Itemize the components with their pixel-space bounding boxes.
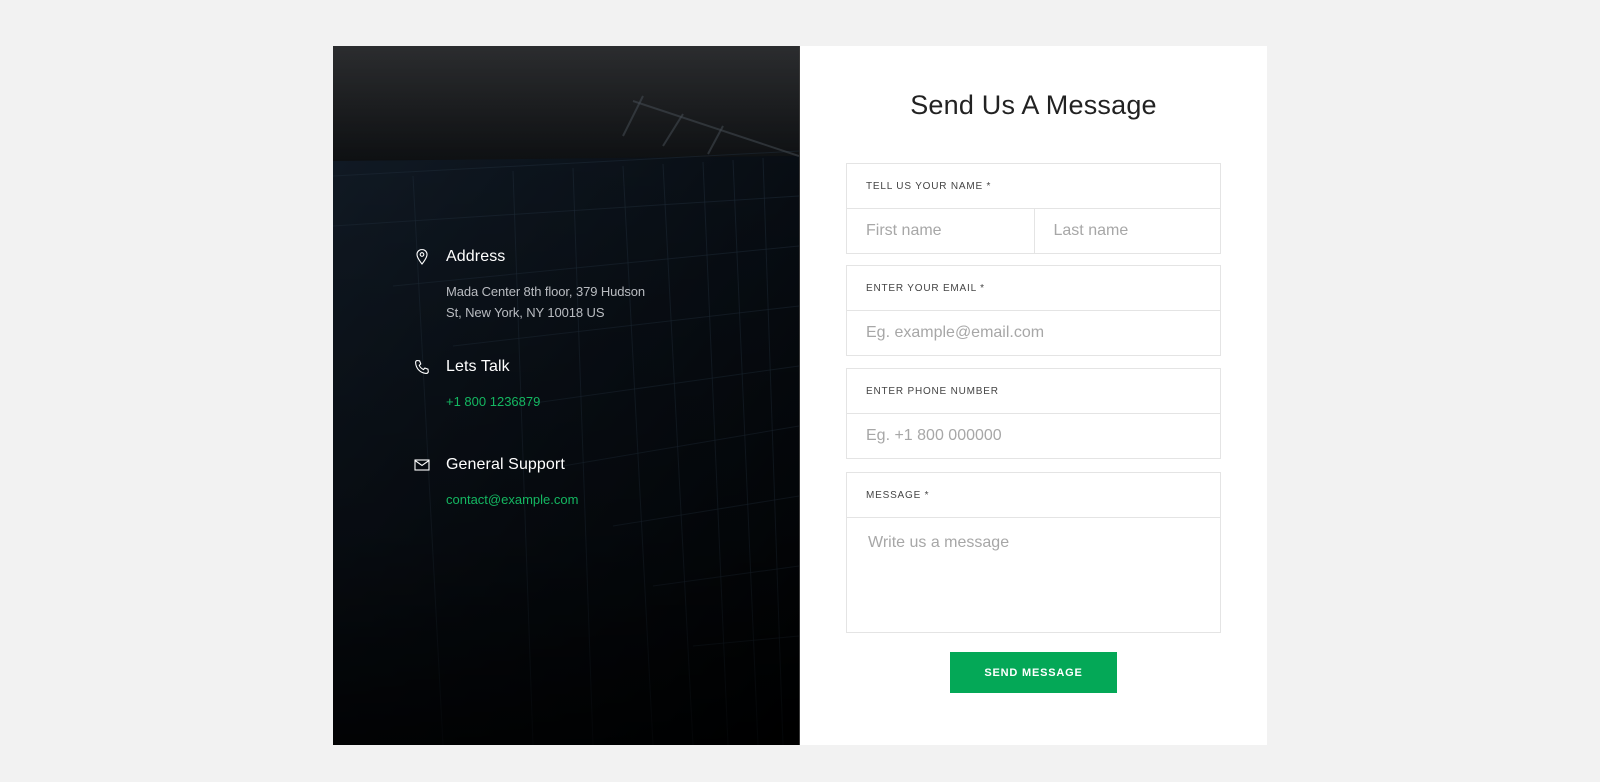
address-text: Mada Center 8th floor, 379 Hudson St, Ne… [446,281,743,323]
contact-info-panel: Address Mada Center 8th floor, 379 Hudso… [333,46,799,745]
email-link[interactable]: contact@example.com [446,489,743,510]
address-title: Address [446,248,506,265]
send-message-button[interactable]: SEND MESSAGE [950,652,1117,693]
contact-info-list: Address Mada Center 8th floor, 379 Hudso… [413,246,743,510]
first-name-input[interactable] [847,209,1034,253]
address-line-1: Mada Center 8th floor, 379 Hudson [446,284,646,299]
phone-input-wrap [847,414,1220,458]
mail-icon [414,459,430,471]
lets-talk-title: Lets Talk [446,358,510,375]
last-name-input[interactable] [1033,209,1220,253]
phone-link[interactable]: +1 800 1236879 [446,391,743,412]
phone-label: ENTER PHONE NUMBER [847,369,1220,414]
contact-card: Address Mada Center 8th floor, 379 Hudso… [333,46,1267,745]
general-support-item: General Support contact@example.com [413,454,743,510]
lets-talk-item: Lets Talk +1 800 1236879 [413,356,743,454]
phone-input[interactable] [847,414,1220,458]
phone-field-group: ENTER PHONE NUMBER [846,368,1221,459]
message-label: MESSAGE * [847,473,1220,518]
general-support-title: General Support [446,456,565,473]
address-line-2: St, New York, NY 10018 US [446,305,605,320]
message-textarea[interactable] [847,518,1220,632]
email-input[interactable] [847,311,1220,355]
name-label: TELL US YOUR NAME * [847,164,1220,209]
email-input-wrap [847,311,1220,355]
map-pin-icon [416,248,428,265]
phone-icon [415,359,429,374]
name-inputs-row [847,209,1220,253]
address-item: Address Mada Center 8th floor, 379 Hudso… [413,246,743,356]
name-field-group: TELL US YOUR NAME * [846,163,1221,254]
email-label: ENTER YOUR EMAIL * [847,266,1220,311]
contact-form-panel: Send Us A Message TELL US YOUR NAME * EN… [799,46,1267,745]
message-field-group: MESSAGE * [846,472,1221,633]
form-title: Send Us A Message [910,90,1157,120]
email-field-group: ENTER YOUR EMAIL * [846,265,1221,356]
